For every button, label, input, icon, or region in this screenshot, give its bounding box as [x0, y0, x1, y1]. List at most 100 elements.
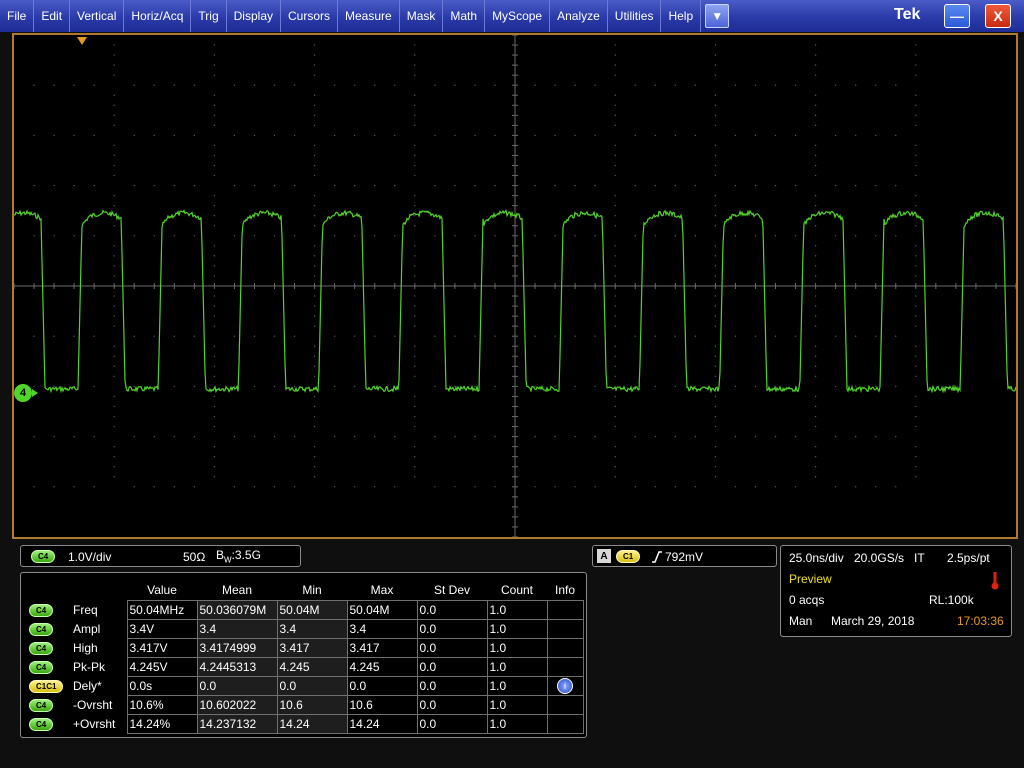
grid-dot: [814, 144, 817, 147]
grid-dot: [694, 435, 697, 438]
grid-dot: [414, 315, 416, 317]
menu-item-measure[interactable]: Measure: [338, 0, 400, 32]
trigger-position-marker[interactable]: [77, 37, 87, 45]
menu-item-vertical[interactable]: Vertical: [70, 0, 125, 32]
measurement-info-cell[interactable]: i: [546, 675, 584, 696]
measurement-panel[interactable]: Value Mean Min Max St Dev Count Info C4 Freq 50.…: [20, 572, 587, 738]
grid-dot: [213, 154, 216, 157]
grid-dot: [313, 154, 316, 157]
menu-item-horiz-acq[interactable]: Horiz/Acq: [124, 0, 192, 32]
grid-dot: [113, 355, 115, 357]
info-icon[interactable]: i: [557, 677, 573, 694]
measurement-info-cell[interactable]: [546, 637, 584, 658]
grid-dot: [814, 275, 817, 277]
grid-dot: [614, 275, 616, 277]
grid-dot: [774, 235, 777, 237]
measurement-row[interactable]: C4 +Ovrsht 14.24% 14.237132 14.24 14.24 0.0 1.0: [29, 713, 584, 734]
minimize-button[interactable]: —: [944, 4, 970, 28]
grid-dot: [113, 94, 115, 96]
grid-dot: [915, 305, 917, 307]
menu-dropdown-button[interactable]: ▼: [705, 4, 730, 28]
grid-dot: [113, 476, 115, 478]
grid-dot: [213, 64, 216, 66]
grid-dot: [674, 235, 677, 237]
grid-dot: [814, 104, 817, 106]
grid-dot: [53, 235, 55, 237]
grid-dot: [193, 335, 196, 337]
menu-item-analyze[interactable]: Analyze: [550, 0, 608, 32]
menu-bar: File Edit Vertical Horiz/Acq Trig Display Curs…: [0, 0, 1024, 32]
grid-dot: [814, 265, 817, 267]
grid-dot: [895, 335, 897, 337]
measurement-row[interactable]: C4 Freq 50.04MHz 50.036079M 50.04M 50.04M 0.0 1…: [29, 599, 584, 620]
grid-dot: [414, 425, 416, 428]
vertical-settings-panel[interactable]: C4 1.0V/div 50Ω BW:3.5G: [20, 545, 301, 567]
grid-dot: [414, 265, 416, 267]
grid-dot: [814, 94, 817, 96]
grid-dot: [814, 124, 817, 127]
grid-dot: [414, 194, 416, 197]
grid-dot: [834, 84, 837, 86]
grid-dot: [253, 385, 256, 388]
horizontal-scale: 25.0ns/div: [789, 551, 844, 565]
grid-dot: [213, 44, 216, 46]
grid-dot: [213, 365, 216, 368]
column-header-value: Value: [147, 583, 177, 598]
measurement-info-cell[interactable]: [546, 599, 584, 620]
grid-dot: [754, 435, 757, 438]
grid-dot: [614, 325, 616, 327]
measurement-info-cell[interactable]: [546, 656, 584, 677]
grid-dot: [634, 84, 636, 86]
grid-dot: [253, 134, 256, 137]
measurement-mean-cell: 10.602022: [196, 694, 278, 715]
menu-item-mask[interactable]: Mask: [400, 0, 444, 32]
measurement-row[interactable]: C1C1 Dely* 0.0s 0.0 0.0 0.0 0.0 1.0 i: [29, 675, 584, 696]
menu-item-trig[interactable]: Trig: [191, 0, 227, 32]
grid-dot: [494, 84, 496, 86]
grid-dot: [414, 255, 416, 257]
grid-dot: [674, 385, 677, 388]
grid-dot: [814, 255, 817, 257]
measurement-row[interactable]: C4 -Ovrsht 10.6% 10.602022 10.6 10.6 0.0 1.0: [29, 694, 584, 715]
grid-dot: [414, 174, 416, 177]
measurement-info-cell[interactable]: [546, 713, 584, 734]
channel-4-ground-marker[interactable]: 4: [14, 384, 32, 402]
waveform-display[interactable]: 4: [12, 33, 1018, 539]
measurement-row[interactable]: C4 Ampl 3.4V 3.4 3.4 3.4 0.0 1.0: [29, 618, 584, 639]
grid-dot: [313, 54, 316, 56]
measurement-info-cell[interactable]: [546, 694, 584, 715]
grid-dot: [694, 184, 697, 187]
grid-dot: [113, 265, 115, 267]
measurement-count-cell: 1.0: [486, 675, 548, 696]
horizontal-acquisition-panel[interactable]: 25.0ns/div 20.0GS/s IT 2.5ps/pt Preview …: [780, 545, 1012, 637]
trigger-settings-panel[interactable]: A C1 792mV: [592, 545, 777, 567]
grid-dot: [233, 184, 236, 187]
menu-item-help[interactable]: Help: [661, 0, 702, 32]
menu-item-edit[interactable]: Edit: [34, 0, 71, 32]
measurement-value-cell: 10.6%: [126, 694, 198, 715]
menu-item-math[interactable]: Math: [443, 0, 486, 32]
measurement-row[interactable]: C4 High 3.417V 3.4174999 3.417 3.417 0.0 1.0: [29, 637, 584, 658]
grid-dot: [594, 184, 596, 187]
grid-dot: [173, 84, 176, 86]
grid-dot: [414, 305, 416, 307]
grid-dot: [574, 184, 576, 187]
menu-item-myscope[interactable]: MyScope: [485, 0, 551, 32]
measurement-info-cell[interactable]: [546, 618, 584, 639]
grid-dot: [915, 345, 917, 347]
grid-dot: [714, 466, 717, 468]
measurement-row[interactable]: C4 Pk-Pk 4.245V 4.2445313 4.245 4.245 0.0 1.0: [29, 656, 584, 677]
close-button[interactable]: X: [985, 4, 1011, 28]
menu-item-cursors[interactable]: Cursors: [281, 0, 339, 32]
grid-dot: [634, 184, 636, 187]
grid-dot: [614, 345, 616, 347]
grid-dot: [113, 74, 115, 76]
grid-dot: [193, 184, 196, 187]
menu-item-utilities[interactable]: Utilities: [608, 0, 662, 32]
menu-item-file[interactable]: File: [0, 0, 35, 32]
grid-dot: [634, 335, 636, 337]
grid-dot: [794, 335, 797, 337]
grid-dot: [153, 184, 155, 187]
menu-item-display[interactable]: Display: [227, 0, 281, 32]
grid-dot: [133, 486, 135, 488]
